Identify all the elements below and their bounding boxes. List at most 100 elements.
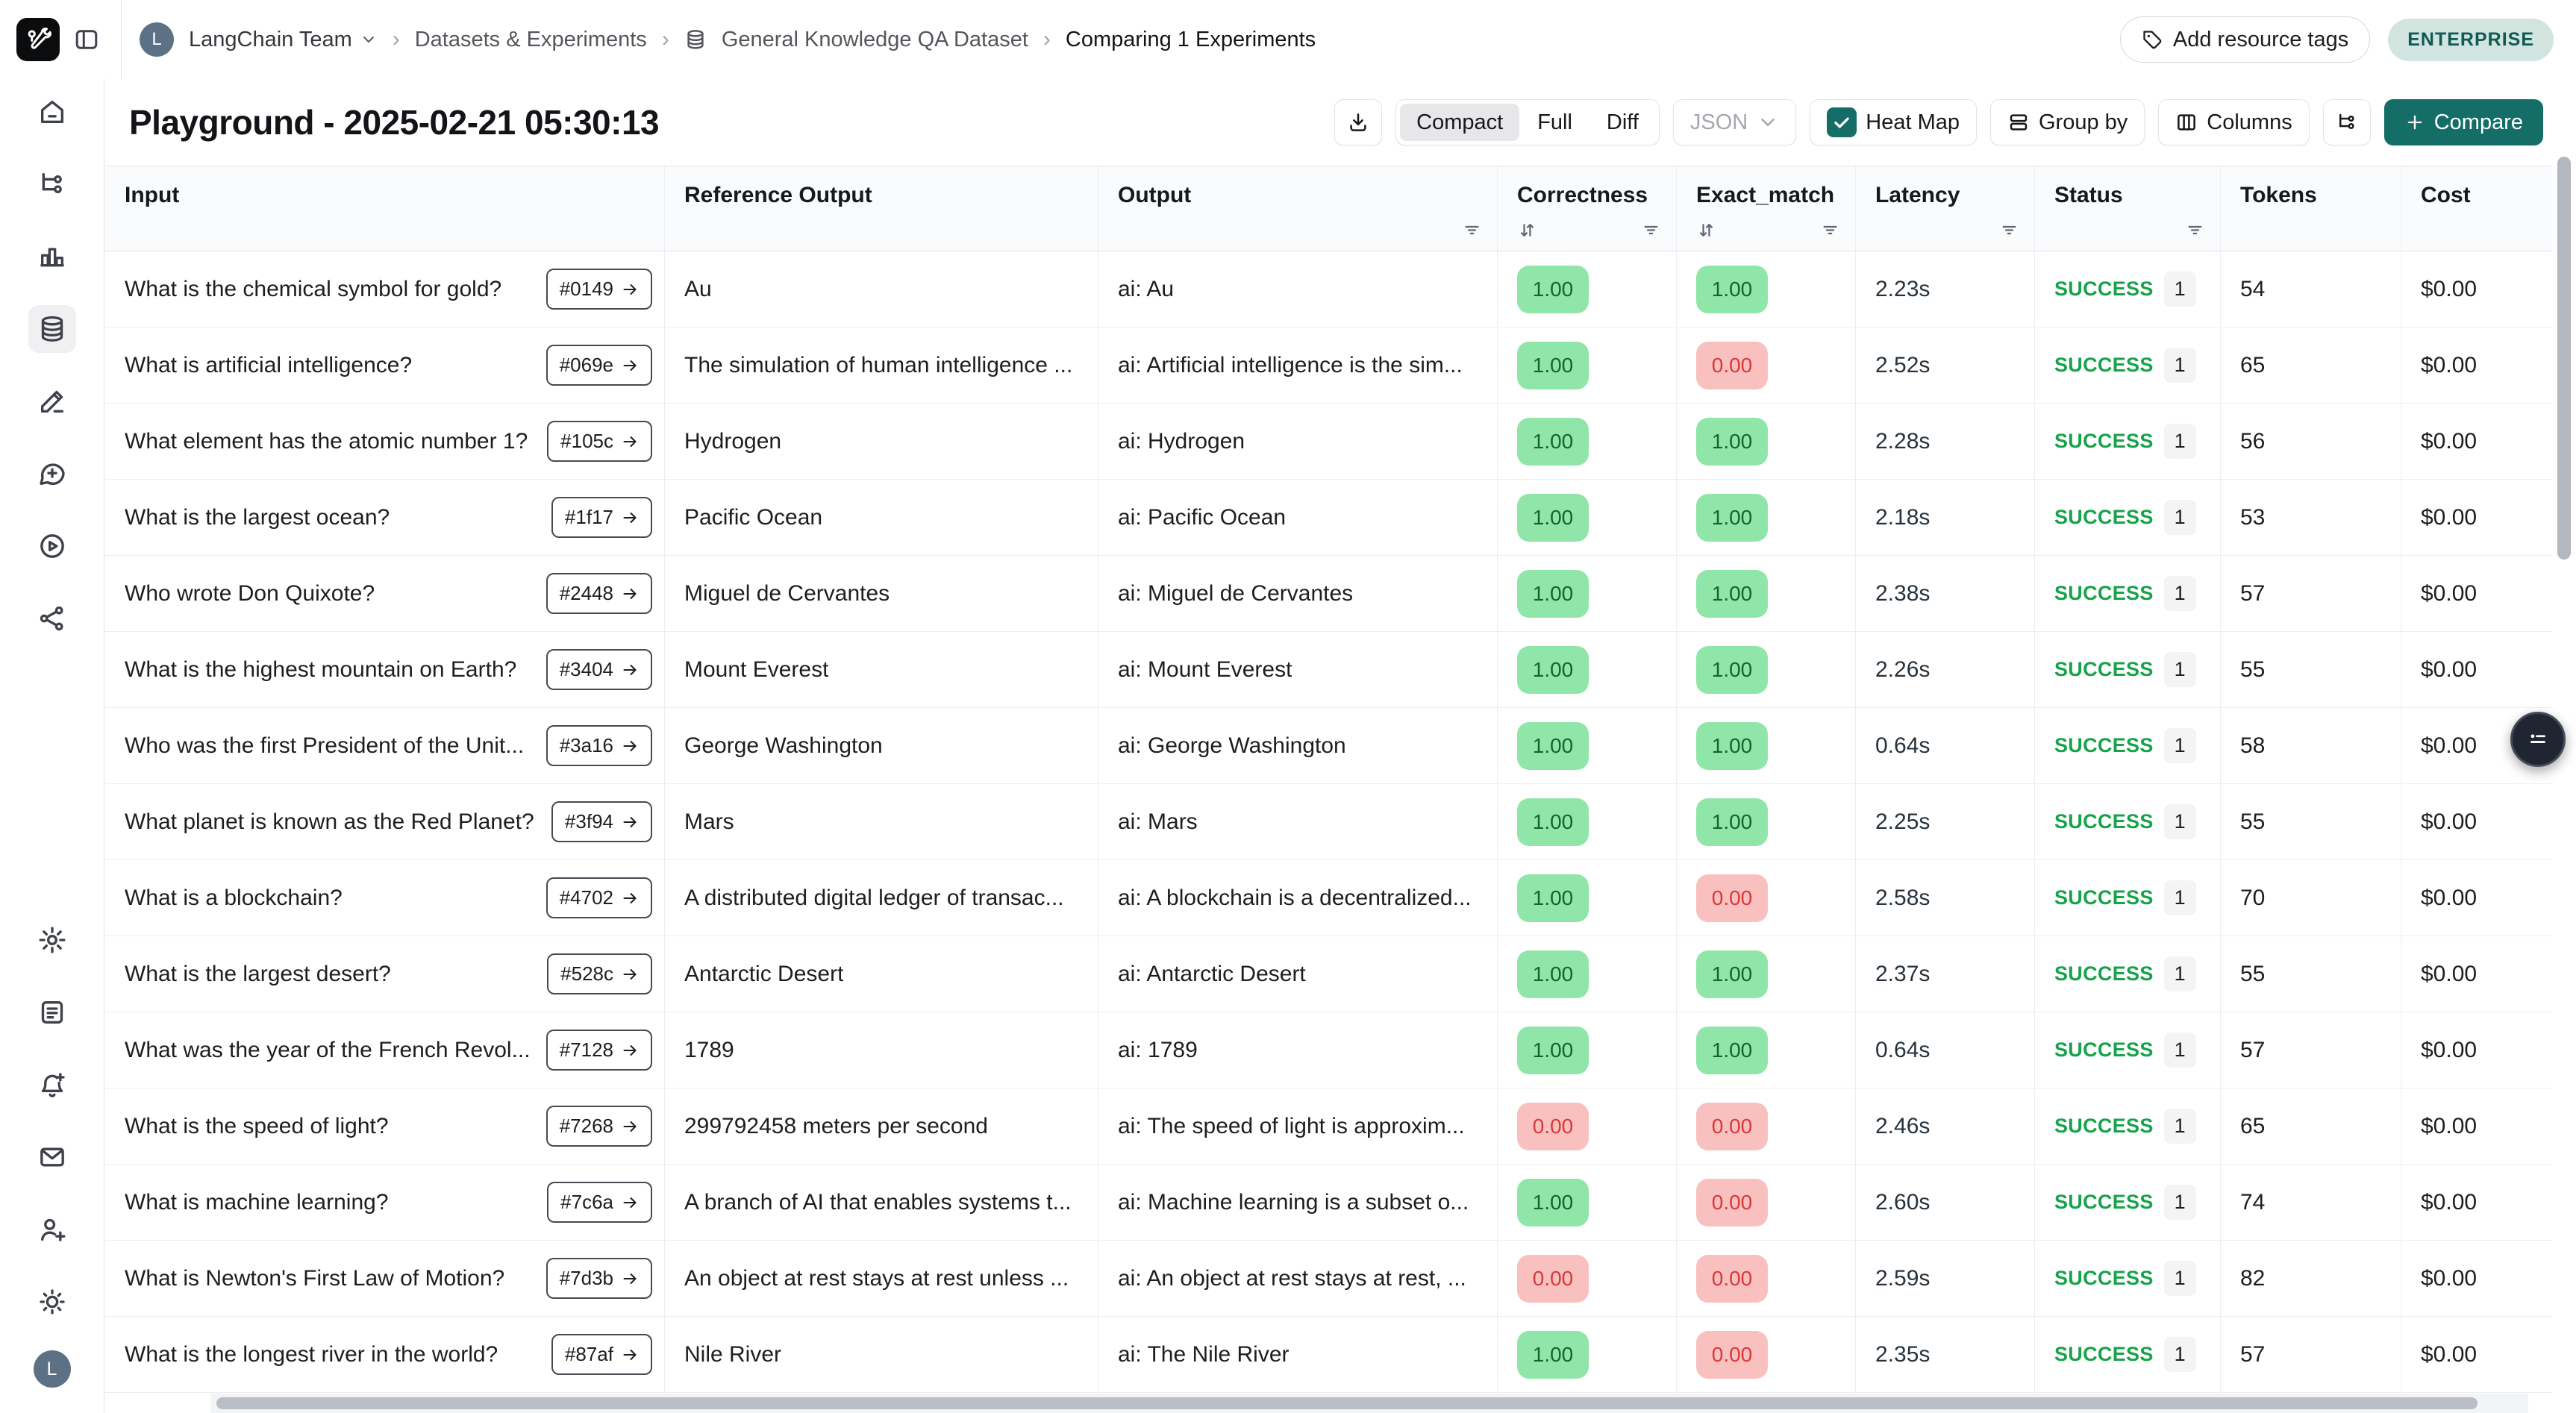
column-header-latency[interactable]: Latency [1856, 166, 2035, 251]
arrow-right-icon [621, 433, 639, 451]
example-link[interactable]: #3a16 [546, 725, 652, 766]
output-text: ai: Mars [1118, 809, 1198, 835]
latency-value: 0.64s [1875, 1038, 1930, 1063]
run-count-badge: 1 [2164, 1337, 2196, 1372]
tokens-value: 56 [2240, 429, 2265, 454]
columns-label: Columns [2207, 110, 2292, 135]
column-header-tokens[interactable]: Tokens [2221, 166, 2401, 251]
table-row[interactable]: What is the chemical symbol for gold?#01… [105, 251, 2552, 328]
example-link[interactable]: #0149 [546, 269, 652, 310]
table-row[interactable]: What is a blockchain?#4702A distributed … [105, 860, 2552, 936]
example-link[interactable]: #7268 [546, 1106, 652, 1147]
sidebar-item-prompts[interactable] [28, 450, 76, 498]
table-row[interactable]: What is Newton's First Law of Motion?#7d… [105, 1241, 2552, 1317]
table-row[interactable]: What planet is known as the Red Planet?#… [105, 784, 2552, 860]
horizontal-scrollbar[interactable] [210, 1394, 2528, 1413]
example-link[interactable]: #528c [547, 953, 652, 994]
sidebar-item-tracing[interactable] [28, 160, 76, 208]
example-link[interactable]: #3404 [546, 649, 652, 690]
heat-map-toggle[interactable]: Heat Map [1810, 99, 1977, 145]
table-row[interactable]: What is machine learning? #7c6a A branch o… [105, 1165, 2552, 1241]
example-link[interactable]: #3f94 [551, 801, 652, 842]
table-row[interactable]: What is the speed of light?#726829979245… [105, 1088, 2552, 1165]
status-badge: SUCCESS [2054, 1267, 2154, 1290]
sidebar-item-datasets[interactable] [28, 305, 76, 353]
example-link[interactable]: #1f17 [551, 497, 652, 538]
sidebar-item-settings[interactable] [28, 916, 76, 964]
tokens-value: 57 [2240, 581, 2265, 607]
horizontal-scrollbar-thumb[interactable] [216, 1397, 2477, 1409]
view-mode-full[interactable]: Full [1521, 104, 1589, 141]
heat-map-checkbox[interactable] [1827, 107, 1857, 137]
run-count-badge: 1 [2164, 576, 2196, 611]
bell-plus-icon [37, 1070, 67, 1100]
column-label: Status [2054, 183, 2220, 208]
table-row[interactable]: Who was the first President of the Unit.… [105, 708, 2552, 784]
table-row[interactable]: What is the highest mountain on Earth?#3… [105, 632, 2552, 708]
table-row[interactable]: Who wrote Don Quixote?#2448Miguel de Cer… [105, 556, 2552, 632]
table-row[interactable]: What is the longest river in the world?#… [105, 1317, 2552, 1393]
view-mode-compact[interactable]: Compact [1400, 104, 1519, 141]
example-link[interactable]: #4702 [546, 877, 652, 918]
run-count-badge: 1 [2164, 956, 2196, 991]
status-badge: SUCCESS [2054, 734, 2154, 757]
breadcrumb-datasets-experiments[interactable]: Datasets & Experiments [415, 28, 647, 52]
table-row[interactable]: What was the year of the French Revol...… [105, 1012, 2552, 1088]
group-by-button[interactable]: Group by [1990, 99, 2145, 145]
example-link[interactable]: #2448 [546, 573, 652, 614]
sidebar-item-mail[interactable] [28, 1133, 76, 1181]
column-header-cost[interactable]: Cost [2401, 166, 2553, 251]
compare-button[interactable]: Compare [2384, 99, 2543, 145]
sidebar-item-home[interactable] [28, 88, 76, 136]
sidebar-item-invite-user[interactable] [28, 1206, 76, 1253]
score-badge: 0.00 [1517, 1255, 1589, 1303]
table-row[interactable]: What element has the atomic number 1?#10… [105, 404, 2552, 480]
sidebar-toggle-button[interactable] [73, 26, 100, 53]
cost-value: $0.00 [2421, 1114, 2477, 1139]
example-link[interactable]: #7c6a [547, 1182, 652, 1223]
input-text: What is the speed of light? [125, 1114, 389, 1139]
table-row[interactable]: What is the largest ocean?#1f17Pacific O… [105, 480, 2552, 556]
table-row[interactable]: What is artificial intelligence?#069eThe… [105, 328, 2552, 404]
table-row[interactable]: What is the largest desert?#528cAntarcti… [105, 936, 2552, 1012]
column-header-input[interactable]: Input [105, 166, 665, 251]
compare-label: Compare [2434, 110, 2523, 135]
add-resource-tags-button[interactable]: Add resource tags [2120, 16, 2370, 63]
columns-button[interactable]: Columns [2158, 99, 2309, 145]
floating-controls-button[interactable] [2510, 712, 2566, 767]
example-id: #87af [565, 1343, 613, 1366]
sidebar-item-docs[interactable] [28, 989, 76, 1036]
input-text: What is machine learning? [125, 1190, 389, 1215]
column-header-status[interactable]: Status [2035, 166, 2221, 251]
breadcrumb-dataset-name[interactable]: General Knowledge QA Dataset [722, 28, 1028, 52]
cost-value: $0.00 [2421, 809, 2477, 835]
tree-view-button[interactable] [2323, 99, 2371, 145]
format-select[interactable]: JSON [1673, 99, 1796, 145]
example-link[interactable]: #87af [551, 1334, 652, 1375]
team-switcher[interactable]: LangChain Team [189, 28, 378, 52]
view-mode-diff[interactable]: Diff [1590, 104, 1655, 141]
column-header-correctness[interactable]: Correctness [1498, 166, 1677, 251]
sidebar-item-annotation[interactable] [28, 377, 76, 425]
user-avatar[interactable]: L [34, 1350, 71, 1388]
sidebar-item-playground[interactable] [28, 522, 76, 570]
download-icon [1347, 111, 1369, 134]
chevron-down-icon [360, 31, 378, 48]
column-header-output[interactable]: Output [1098, 166, 1498, 251]
sidebar-item-theme[interactable] [28, 1278, 76, 1326]
langsmith-logo[interactable] [16, 18, 60, 61]
sidebar-item-alerts[interactable] [28, 1061, 76, 1109]
download-button[interactable] [1334, 99, 1382, 145]
sidebar-item-monitoring[interactable] [28, 233, 76, 281]
breadcrumb: L LangChain Team › Datasets & Experiment… [140, 22, 1316, 57]
example-link[interactable]: #105c [547, 421, 652, 462]
example-link[interactable]: #7d3b [546, 1258, 652, 1299]
reference-output-text: A branch of AI that enables systems t... [684, 1190, 1072, 1215]
share-network-icon [37, 604, 67, 633]
column-header-exact-match[interactable]: Exact_match [1677, 166, 1856, 251]
vertical-scrollbar-thumb[interactable] [2557, 157, 2571, 560]
example-link[interactable]: #7128 [546, 1030, 652, 1071]
sidebar-item-deployments[interactable] [28, 595, 76, 642]
column-header-reference-output[interactable]: Reference Output [665, 166, 1098, 251]
example-link[interactable]: #069e [546, 345, 652, 386]
